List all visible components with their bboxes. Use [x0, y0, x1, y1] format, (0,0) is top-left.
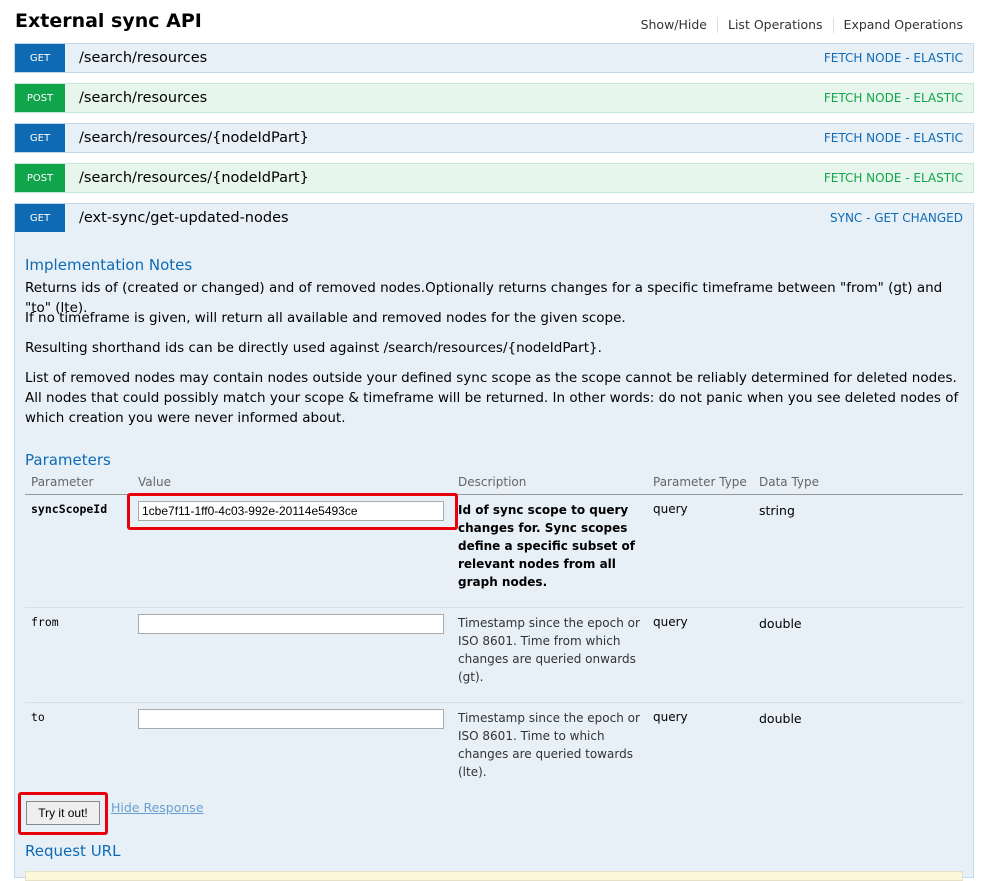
implementation-note: If no timeframe is given, will return al… — [25, 310, 626, 326]
column-header-parameter-type: Parameter Type — [653, 475, 747, 489]
list-operations-link[interactable]: List Operations — [717, 17, 833, 33]
operation-tag[interactable]: FETCH NODE - ELASTIC — [824, 131, 963, 145]
parameters-heading: Parameters — [25, 451, 111, 469]
http-method-badge[interactable]: POST — [15, 84, 65, 112]
implementation-note: List of removed nodes may contain nodes … — [25, 370, 959, 426]
operation-tag[interactable]: FETCH NODE - ELASTIC — [824, 91, 963, 105]
http-method-badge[interactable]: GET — [15, 204, 65, 232]
resource-header: External sync API Show/Hide List Operati… — [0, 0, 986, 43]
param-description: Timestamp since the epoch or ISO 8601. T… — [458, 711, 640, 779]
data-type: double — [759, 616, 802, 631]
param-type: query — [653, 710, 688, 724]
header-links: Show/Hide List Operations Expand Operati… — [631, 17, 963, 33]
column-header-parameter: Parameter — [31, 475, 94, 489]
operation-get-search-resources[interactable]: GET /search/resources FETCH NODE - ELAST… — [14, 43, 974, 73]
param-type: query — [653, 615, 688, 629]
operation-get-search-resources-node[interactable]: GET /search/resources/{nodeIdPart} FETCH… — [14, 123, 974, 153]
button-highlight — [18, 792, 108, 835]
show-hide-link[interactable]: Show/Hide — [631, 17, 717, 33]
request-url-heading: Request URL — [25, 842, 121, 860]
request-url-box — [25, 871, 963, 881]
from-input[interactable] — [138, 614, 444, 634]
param-description: Id of sync scope to query changes for. S… — [458, 503, 635, 589]
data-type: string — [759, 503, 795, 518]
param-name-syncscopeid: syncScopeId — [31, 502, 108, 516]
implementation-note: Resulting shorthand ids can be directly … — [25, 340, 602, 356]
row-divider — [25, 607, 963, 608]
input-highlight — [127, 493, 458, 530]
operation-path[interactable]: /ext-sync/get-updated-nodes — [79, 210, 830, 226]
operation-tag[interactable]: FETCH NODE - ELASTIC — [824, 171, 963, 185]
operation-path[interactable]: /search/resources — [79, 50, 824, 66]
operation-path[interactable]: /search/resources — [79, 90, 824, 106]
row-divider — [25, 702, 963, 703]
to-input[interactable] — [138, 709, 444, 729]
param-description: Timestamp since the epoch or ISO 8601. T… — [458, 616, 640, 684]
operation-path[interactable]: /search/resources/{nodeIdPart} — [79, 130, 824, 146]
expand-operations-link[interactable]: Expand Operations — [832, 17, 963, 33]
param-name-from: from — [31, 615, 59, 629]
operation-post-search-resources[interactable]: POST /search/resources FETCH NODE - ELAS… — [14, 83, 974, 113]
data-type: double — [759, 711, 802, 726]
operation-get-ext-sync-updated-nodes[interactable]: GET /ext-sync/get-updated-nodes SYNC - G… — [14, 203, 974, 233]
column-header-data-type: Data Type — [759, 475, 820, 489]
resource-title[interactable]: External sync API — [15, 10, 202, 32]
operation-details: Implementation Notes Returns ids of (cre… — [14, 232, 974, 881]
operation-tag[interactable]: SYNC - GET CHANGED — [830, 211, 963, 225]
hide-response-link[interactable]: Hide Response — [111, 800, 204, 815]
http-method-badge[interactable]: GET — [15, 124, 65, 152]
implementation-notes-heading: Implementation Notes — [25, 256, 193, 274]
param-name-to: to — [31, 710, 45, 724]
operation-tag[interactable]: FETCH NODE - ELASTIC — [824, 51, 963, 65]
operation-post-search-resources-node[interactable]: POST /search/resources/{nodeIdPart} FETC… — [14, 163, 974, 193]
operation-path[interactable]: /search/resources/{nodeIdPart} — [79, 170, 824, 186]
http-method-badge[interactable]: GET — [15, 44, 65, 72]
column-header-value: Value — [138, 475, 171, 489]
column-header-description: Description — [458, 475, 527, 489]
http-method-badge[interactable]: POST — [15, 164, 65, 192]
param-type: query — [653, 502, 688, 516]
